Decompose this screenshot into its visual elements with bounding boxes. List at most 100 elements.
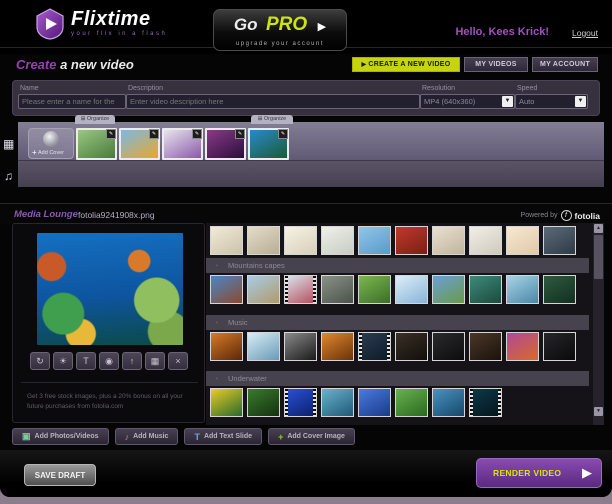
- upload-icon[interactable]: ↑: [122, 352, 142, 370]
- media-thumbnail[interactable]: [321, 388, 354, 417]
- brightness-icon[interactable]: ☀: [53, 352, 73, 370]
- hands-flower-clip[interactable]: ✎: [76, 128, 117, 160]
- my-account-button[interactable]: MY ACCOUNT: [532, 57, 598, 72]
- media-thumbnail[interactable]: [395, 388, 428, 417]
- media-thumbnail[interactable]: [432, 332, 465, 361]
- chevron-down-icon[interactable]: ▼: [575, 96, 586, 107]
- organize-tab-left[interactable]: ⊞ Organize: [75, 115, 115, 124]
- media-thumbnail[interactable]: [210, 275, 243, 304]
- save-icon[interactable]: ▦: [145, 352, 165, 370]
- description-input[interactable]: [126, 94, 420, 109]
- edit-badge-icon[interactable]: ✎: [106, 129, 116, 139]
- media-thumbnail[interactable]: [432, 226, 465, 255]
- add-button-label: Add Text Slide: [203, 433, 253, 440]
- logo-texts: Flixtime your flix in a flash: [71, 8, 167, 37]
- media-thumbnail[interactable]: [432, 388, 465, 417]
- rotate-icon[interactable]: ↻: [30, 352, 50, 370]
- speed-value: Auto: [519, 97, 535, 106]
- media-thumbnail[interactable]: [395, 275, 428, 304]
- media-thumbnail[interactable]: [543, 332, 576, 361]
- add-text-slide-button[interactable]: T Add Text Slide: [184, 428, 263, 445]
- media-thumbnail[interactable]: [432, 275, 465, 304]
- media-thumbnail[interactable]: [506, 275, 539, 304]
- media-thumbnail[interactable]: [284, 226, 317, 255]
- flixtime-logo[interactable]: Flixtime your flix in a flash: [34, 8, 167, 40]
- fotolia-logo-text[interactable]: fotolia: [575, 211, 601, 221]
- add-cover-image-button[interactable]: + Add Cover Image: [268, 428, 355, 445]
- camera-icon[interactable]: ◉: [99, 352, 119, 370]
- media-thumbnail[interactable]: [469, 388, 502, 417]
- purple-flowers-clip[interactable]: ✎: [205, 128, 246, 160]
- go-pro-button[interactable]: Go PRO ▶ upgrade your account: [213, 9, 347, 51]
- clip-row: ✎ ✎ ✎ ✎ ✎: [76, 128, 289, 160]
- media-thumbnail[interactable]: [321, 275, 354, 304]
- save-draft-button[interactable]: SAVE DRAFT: [24, 464, 96, 486]
- media-thumbnail[interactable]: [469, 332, 502, 361]
- my-videos-button[interactable]: MY VIDEOS: [464, 57, 528, 72]
- text-icon[interactable]: T: [76, 352, 96, 370]
- add-button-label: Add Music: [133, 433, 169, 440]
- edit-badge-icon[interactable]: ✎: [278, 129, 288, 139]
- media-thumbnail[interactable]: [210, 388, 243, 417]
- category-header[interactable]: ▪ Underwater: [206, 371, 589, 386]
- organize-tab-right[interactable]: ⊞ Organize: [251, 115, 293, 124]
- media-thumbnail[interactable]: [247, 388, 280, 417]
- category-header[interactable]: ▪ Music: [206, 315, 589, 330]
- media-thumbnail[interactable]: [210, 226, 243, 255]
- media-thumbnail[interactable]: [506, 226, 539, 255]
- media-thumbnail[interactable]: [321, 226, 354, 255]
- collapse-arrow-icon: ▪: [216, 263, 218, 269]
- chevron-down-icon[interactable]: ▼: [502, 96, 513, 107]
- media-thumbnail[interactable]: [358, 226, 391, 255]
- scrollbar-thumb[interactable]: [594, 235, 603, 279]
- media-thumbnail[interactable]: [469, 275, 502, 304]
- media-thumbnail[interactable]: [395, 332, 428, 361]
- media-thumbnail[interactable]: [210, 332, 243, 361]
- media-thumbnail[interactable]: [543, 275, 576, 304]
- coral-reef-clip[interactable]: ✎: [248, 128, 289, 160]
- media-thumbnail[interactable]: [358, 275, 391, 304]
- lavender-field-clip[interactable]: ✎: [162, 128, 203, 160]
- sunflower-sky-clip[interactable]: ✎: [119, 128, 160, 160]
- browser-scrollbar[interactable]: ▲ ▼: [593, 223, 604, 425]
- media-thumbnail[interactable]: [469, 226, 502, 255]
- media-thumbnail[interactable]: [247, 275, 280, 304]
- media-thumbnail[interactable]: [506, 332, 539, 361]
- media-thumbnail[interactable]: [321, 332, 354, 361]
- video-track-icon: ▦: [3, 137, 15, 151]
- go-pro-arrow-icon: ▶: [317, 21, 327, 33]
- media-thumbnail[interactable]: [284, 275, 317, 304]
- edit-badge-icon[interactable]: ✎: [192, 129, 202, 139]
- resolution-select[interactable]: MP4 (640x360) ▼: [420, 94, 515, 109]
- speed-select[interactable]: Auto ▼: [515, 94, 588, 109]
- edit-badge-icon[interactable]: ✎: [235, 129, 245, 139]
- media-thumbnail[interactable]: [284, 332, 317, 361]
- scroll-down-icon[interactable]: ▼: [594, 407, 603, 416]
- create-new-video-button[interactable]: ▶ CREATE A NEW VIDEO: [352, 57, 460, 72]
- delete-icon[interactable]: ×: [168, 352, 188, 370]
- scroll-up-icon[interactable]: ▲: [594, 224, 603, 233]
- name-input[interactable]: [18, 94, 126, 109]
- render-video-button[interactable]: RENDER VIDEO ▶: [476, 458, 602, 488]
- logout-link[interactable]: Logout: [572, 28, 598, 38]
- media-thumbnail[interactable]: [284, 388, 317, 417]
- category-header[interactable]: ▪ Mountains capes: [206, 258, 589, 273]
- add-cover-tile[interactable]: + Add Cover: [28, 128, 74, 159]
- music-note-icon: ♪: [124, 431, 130, 442]
- media-thumbnail[interactable]: [395, 226, 428, 255]
- resolution-label: Resolution: [422, 85, 456, 92]
- audio-track[interactable]: [18, 160, 604, 187]
- add-buttons-bar: ▣ Add Photos/Videos ♪ Add Music T Add Text Sl…: [12, 428, 355, 445]
- page-title: Create a new video: [16, 57, 134, 72]
- fotolia-promo-link[interactable]: Get 3 free stock images, plus a 20% bonu…: [27, 392, 197, 413]
- media-thumbnail[interactable]: [543, 226, 576, 255]
- media-thumbnail[interactable]: [358, 388, 391, 417]
- render-video-label: RENDER VIDEO: [493, 468, 562, 478]
- powered-by: Powered by f fotolia: [521, 210, 600, 221]
- edit-badge-icon[interactable]: ✎: [149, 129, 159, 139]
- media-thumbnail[interactable]: [358, 332, 391, 361]
- media-thumbnail[interactable]: [247, 226, 280, 255]
- media-thumbnail[interactable]: [247, 332, 280, 361]
- add-photos-videos-button[interactable]: ▣ Add Photos/Videos: [12, 428, 109, 445]
- add-music-button[interactable]: ♪ Add Music: [114, 428, 179, 445]
